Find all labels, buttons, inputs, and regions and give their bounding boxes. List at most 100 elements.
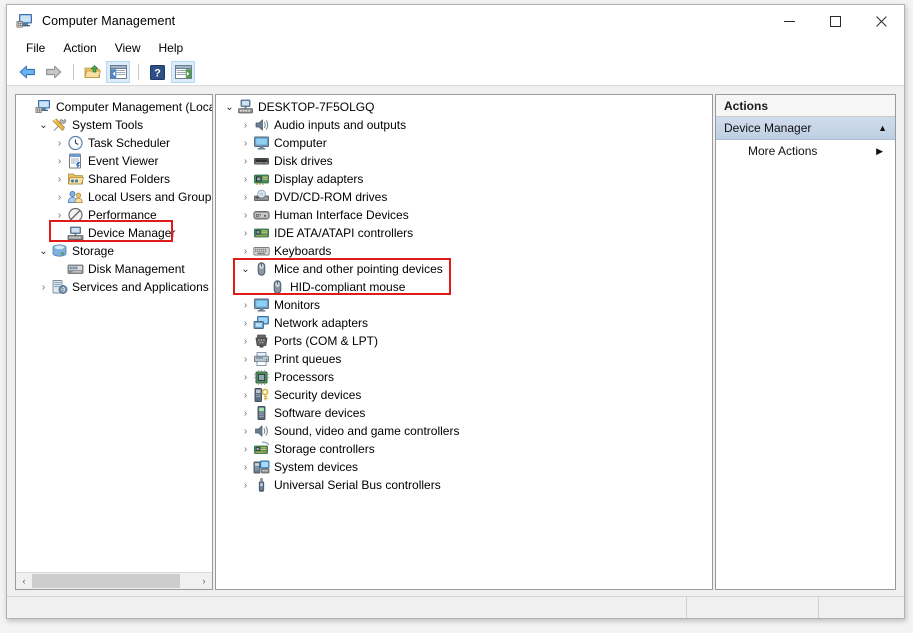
- actions-item-more-actions[interactable]: More Actions ▶: [716, 140, 895, 162]
- chevron-right-icon[interactable]: ›: [238, 372, 253, 383]
- chevron-right-icon[interactable]: ›: [52, 174, 67, 185]
- chevron-right-icon[interactable]: ›: [36, 282, 51, 293]
- chevron-right-icon[interactable]: ›: [238, 426, 253, 437]
- scroll-right-arrow[interactable]: ›: [196, 573, 212, 589]
- tree-row[interactable]: HID-compliant mouse: [216, 278, 712, 296]
- tree-row[interactable]: ›Computer: [216, 134, 712, 152]
- tree-row[interactable]: Device Manager: [16, 224, 212, 242]
- chevron-down-icon[interactable]: ⌄: [238, 264, 253, 275]
- chevron-right-icon[interactable]: ›: [52, 156, 67, 167]
- tree-row[interactable]: ⌄Mice and other pointing devices: [216, 260, 712, 278]
- show-action-pane-icon[interactable]: [171, 61, 195, 83]
- tree-row[interactable]: Computer Management (Local: [16, 98, 212, 116]
- back-arrow-icon[interactable]: [15, 61, 39, 83]
- tree-row[interactable]: Disk Management: [16, 260, 212, 278]
- help-icon[interactable]: ?: [145, 61, 169, 83]
- tree-row[interactable]: ›Display adapters: [216, 170, 712, 188]
- chevron-down-icon[interactable]: ⌄: [36, 120, 51, 131]
- menu-help[interactable]: Help: [150, 38, 193, 58]
- tree-row[interactable]: › Audio inputs and outputs: [216, 116, 712, 134]
- tree-row[interactable]: ›Network adapters: [216, 314, 712, 332]
- chevron-right-icon[interactable]: ›: [238, 156, 253, 167]
- chevron-right-icon[interactable]: ›: [238, 174, 253, 185]
- chevron-right-icon[interactable]: ›: [238, 462, 253, 473]
- forward-arrow-icon[interactable]: [41, 61, 65, 83]
- tree-row[interactable]: ⌄DESKTOP-7F5OLGQ: [216, 98, 712, 116]
- tree-row[interactable]: ›DVD/CD-ROM drives: [216, 188, 712, 206]
- tree-row[interactable]: ⌄System Tools: [16, 116, 212, 134]
- close-button[interactable]: [858, 5, 904, 37]
- chevron-down-icon[interactable]: ⌄: [36, 246, 51, 257]
- tree-row[interactable]: ›Security devices: [216, 386, 712, 404]
- chevron-right-icon[interactable]: ›: [238, 354, 253, 365]
- chevron-right-icon[interactable]: ›: [238, 480, 253, 491]
- chevron-down-icon[interactable]: ⌄: [222, 102, 237, 113]
- menu-file[interactable]: File: [17, 38, 54, 58]
- actions-group-device-manager[interactable]: Device Manager ▲: [716, 117, 895, 140]
- chevron-right-icon[interactable]: ›: [238, 138, 253, 149]
- tree-row[interactable]: ›Shared Folders: [16, 170, 212, 188]
- chevron-right-icon[interactable]: ›: [238, 408, 253, 419]
- tree-row[interactable]: ›Services and Applications: [16, 278, 212, 296]
- processor-icon: [253, 369, 270, 385]
- status-cell-2: [687, 597, 818, 618]
- chevron-right-icon[interactable]: ›: [238, 444, 253, 455]
- actions-header: Actions: [716, 95, 895, 117]
- chevron-right-icon[interactable]: ›: [238, 300, 253, 311]
- tree-horizontal-scrollbar[interactable]: ‹ ›: [16, 572, 212, 589]
- up-one-level-icon[interactable]: [80, 61, 104, 83]
- content-area: Computer Management (Local⌄System Tools›…: [7, 86, 904, 598]
- tree-row[interactable]: ›Sound, video and game controllers: [216, 422, 712, 440]
- chevron-right-icon[interactable]: ›: [238, 246, 253, 257]
- chevron-right-icon[interactable]: ›: [52, 138, 67, 149]
- tree-row[interactable]: ›Event Viewer: [16, 152, 212, 170]
- chevron-right-icon[interactable]: ›: [238, 120, 253, 131]
- chevron-right-icon[interactable]: ›: [238, 210, 253, 221]
- system-tools-icon: [51, 117, 68, 133]
- chevron-right-icon[interactable]: ›: [238, 192, 253, 203]
- tree-row[interactable]: › System devices: [216, 458, 712, 476]
- tree-row-label: Processors: [274, 369, 334, 385]
- maximize-button[interactable]: [812, 5, 858, 37]
- tree-row[interactable]: ›Local Users and Groups: [16, 188, 212, 206]
- chevron-right-icon[interactable]: ›: [238, 390, 253, 401]
- chevron-right-icon[interactable]: ›: [238, 228, 253, 239]
- menu-view[interactable]: View: [106, 38, 150, 58]
- collapse-chevron-icon[interactable]: ▲: [878, 123, 887, 133]
- tree-row[interactable]: ›Keyboards: [216, 242, 712, 260]
- scroll-thumb[interactable]: [32, 574, 180, 588]
- status-cell-3: [819, 597, 904, 618]
- tree-row[interactable]: › Processors: [216, 368, 712, 386]
- chevron-right-icon[interactable]: ›: [52, 192, 67, 203]
- chevron-right-icon[interactable]: ›: [52, 210, 67, 221]
- tree-row[interactable]: ›Task Scheduler: [16, 134, 212, 152]
- disk-management-icon: [67, 261, 84, 277]
- tree-row-label: IDE ATA/ATAPI controllers: [274, 225, 413, 241]
- monitor-icon: [253, 297, 270, 313]
- tree-row[interactable]: › IDE ATA/ATAPI controllers: [216, 224, 712, 242]
- menu-action[interactable]: Action: [54, 38, 105, 58]
- tree-row[interactable]: ⌄Storage: [16, 242, 212, 260]
- device-tree-list: ⌄DESKTOP-7F5OLGQ › Audio inputs and output…: [216, 95, 712, 589]
- tree-row[interactable]: ›Disk drives: [216, 152, 712, 170]
- minimize-button[interactable]: [766, 5, 812, 37]
- tree-row[interactable]: ›Storage controllers: [216, 440, 712, 458]
- chevron-right-icon[interactable]: ›: [238, 318, 253, 329]
- scroll-left-arrow[interactable]: ‹: [16, 573, 32, 589]
- show-console-tree-icon[interactable]: [106, 61, 130, 83]
- tree-row-label: Audio inputs and outputs: [274, 117, 406, 133]
- tree-row[interactable]: ›Print queues: [216, 350, 712, 368]
- computer-root-icon: [237, 99, 254, 115]
- scroll-track[interactable]: [32, 573, 196, 589]
- tree-row[interactable]: ›Software devices: [216, 404, 712, 422]
- tree-row-label: System devices: [274, 459, 358, 475]
- tree-row[interactable]: ›Ports (COM & LPT): [216, 332, 712, 350]
- tree-row[interactable]: ›Universal Serial Bus controllers: [216, 476, 712, 494]
- tree-row[interactable]: ›Monitors: [216, 296, 712, 314]
- device-manager-icon: [67, 225, 84, 241]
- console-tree-pane: Computer Management (Local⌄System Tools›…: [15, 94, 213, 590]
- chevron-right-icon[interactable]: ›: [238, 336, 253, 347]
- tree-row[interactable]: ›Performance: [16, 206, 212, 224]
- toolbar-separator: [73, 64, 74, 80]
- tree-row[interactable]: ›Human Interface Devices: [216, 206, 712, 224]
